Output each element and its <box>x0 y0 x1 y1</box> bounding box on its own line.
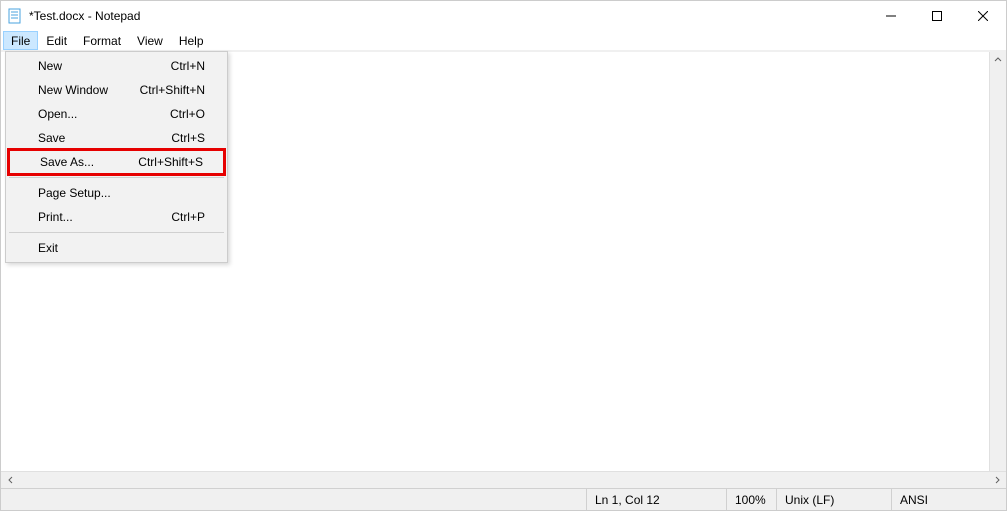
menu-label: Save <box>38 130 65 146</box>
menu-label: New Window <box>38 82 108 98</box>
menu-shortcut: Ctrl+S <box>171 130 205 146</box>
menu-shortcut: Ctrl+N <box>171 58 205 74</box>
scroll-up-icon[interactable] <box>991 52 1006 67</box>
file-menu-save-as-highlight: Save As... Ctrl+Shift+S <box>7 148 226 176</box>
titlebar: *Test.docx - Notepad <box>1 1 1006 31</box>
menu-label: New <box>38 58 62 74</box>
menu-shortcut: Ctrl+O <box>170 106 205 122</box>
scroll-left-icon[interactable] <box>3 473 18 488</box>
menubar: File Edit Format View Help <box>1 31 1006 51</box>
statusbar: Ln 1, Col 12 100% Unix (LF) ANSI <box>1 488 1006 510</box>
file-menu-save[interactable]: Save Ctrl+S <box>8 126 225 150</box>
status-cursor-position: Ln 1, Col 12 <box>586 489 726 510</box>
file-menu-new[interactable]: New Ctrl+N <box>8 54 225 78</box>
maximize-button[interactable] <box>914 1 960 31</box>
menu-separator <box>9 232 224 233</box>
menu-view[interactable]: View <box>129 31 171 50</box>
menu-label: Page Setup... <box>38 185 111 201</box>
file-menu-exit[interactable]: Exit <box>8 236 225 260</box>
status-zoom: 100% <box>726 489 776 510</box>
file-menu-new-window[interactable]: New Window Ctrl+Shift+N <box>8 78 225 102</box>
menu-shortcut: Ctrl+Shift+N <box>140 82 205 98</box>
window-controls <box>868 1 1006 31</box>
scroll-right-icon[interactable] <box>989 473 1004 488</box>
file-menu-save-as[interactable]: Save As... Ctrl+Shift+S <box>10 151 223 173</box>
menu-file[interactable]: File <box>3 31 38 50</box>
menu-label: Exit <box>38 240 58 256</box>
file-menu-print[interactable]: Print... Ctrl+P <box>8 205 225 229</box>
file-menu-page-setup[interactable]: Page Setup... <box>8 181 225 205</box>
menu-separator <box>9 177 224 178</box>
minimize-button[interactable] <box>868 1 914 31</box>
notepad-window: *Test.docx - Notepad File Edit Format Vi… <box>0 0 1007 511</box>
menu-shortcut: Ctrl+Shift+S <box>138 154 203 170</box>
file-menu-dropdown: New Ctrl+N New Window Ctrl+Shift+N Open.… <box>5 51 228 263</box>
menu-help[interactable]: Help <box>171 31 212 50</box>
file-menu-open[interactable]: Open... Ctrl+O <box>8 102 225 126</box>
menu-label: Print... <box>38 209 73 225</box>
menu-shortcut: Ctrl+P <box>171 209 205 225</box>
menu-edit[interactable]: Edit <box>38 31 75 50</box>
status-line-ending: Unix (LF) <box>776 489 891 510</box>
vertical-scrollbar[interactable] <box>989 52 1006 471</box>
menu-label: Open... <box>38 106 77 122</box>
horizontal-scrollbar[interactable] <box>1 471 1006 488</box>
notepad-app-icon <box>7 8 23 24</box>
menu-label: Save As... <box>40 154 94 170</box>
status-encoding: ANSI <box>891 489 1006 510</box>
menu-format[interactable]: Format <box>75 31 129 50</box>
close-button[interactable] <box>960 1 1006 31</box>
window-title: *Test.docx - Notepad <box>29 9 140 23</box>
